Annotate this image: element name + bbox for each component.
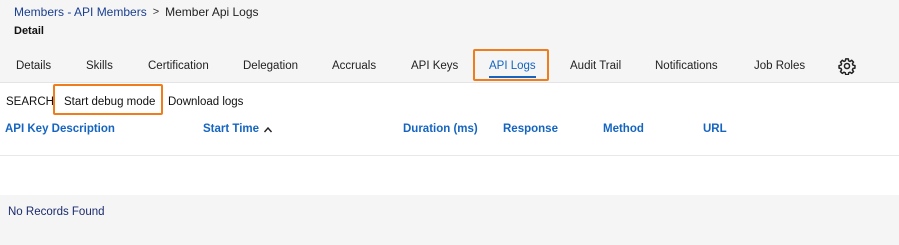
breadcrumb: Members - API Members > Member Api Logs [14, 5, 259, 19]
tab-api-logs[interactable]: API Logs [489, 50, 536, 82]
column-header-label: API Key Description [5, 123, 115, 135]
search-button[interactable]: SEARCH [6, 88, 54, 116]
page-title: Detail [14, 25, 44, 37]
table-empty-area: No Records Found [0, 195, 899, 245]
column-header-start-time[interactable]: Start Time [203, 117, 273, 142]
tab-api-keys[interactable]: API Keys [411, 50, 458, 82]
column-header-url[interactable]: URL [703, 117, 727, 142]
column-header-label: Response [503, 123, 558, 135]
table-header: API Key Description Start Time Duration … [0, 117, 899, 142]
breadcrumb-separator: > [152, 6, 160, 18]
column-header-api-key-description[interactable]: API Key Description [5, 117, 115, 142]
column-header-response[interactable]: Response [503, 117, 558, 142]
tab-notifications[interactable]: Notifications [655, 50, 718, 82]
column-header-label: Duration (ms) [403, 123, 478, 135]
no-records-message: No Records Found [8, 206, 105, 218]
tab-details[interactable]: Details [16, 50, 51, 82]
breadcrumb-parent-link[interactable]: Members - API Members [14, 5, 147, 19]
table-divider [0, 155, 899, 156]
header-bar: Members - API Members > Member Api Logs … [0, 0, 899, 83]
tab-bar: Details Skills Certification Delegation … [0, 50, 899, 82]
tab-job-roles[interactable]: Job Roles [754, 50, 805, 82]
tab-certification[interactable]: Certification [148, 50, 209, 82]
start-debug-mode-button[interactable]: Start debug mode [64, 88, 155, 116]
column-header-method[interactable]: Method [603, 117, 644, 142]
breadcrumb-current: Member Api Logs [165, 5, 259, 19]
tab-skills[interactable]: Skills [86, 50, 113, 82]
download-logs-button[interactable]: Download logs [168, 88, 243, 116]
gear-icon[interactable] [838, 57, 856, 75]
toolbar: SEARCH Start debug mode Download logs [0, 88, 899, 116]
column-header-label: Start Time [203, 123, 260, 135]
column-header-duration[interactable]: Duration (ms) [403, 117, 478, 142]
tab-delegation[interactable]: Delegation [243, 50, 298, 82]
column-header-label: URL [703, 123, 727, 135]
tab-accruals[interactable]: Accruals [332, 50, 376, 82]
sort-ascending-icon [264, 126, 273, 132]
column-header-label: Method [603, 123, 644, 135]
tab-audit-trail[interactable]: Audit Trail [570, 50, 621, 82]
